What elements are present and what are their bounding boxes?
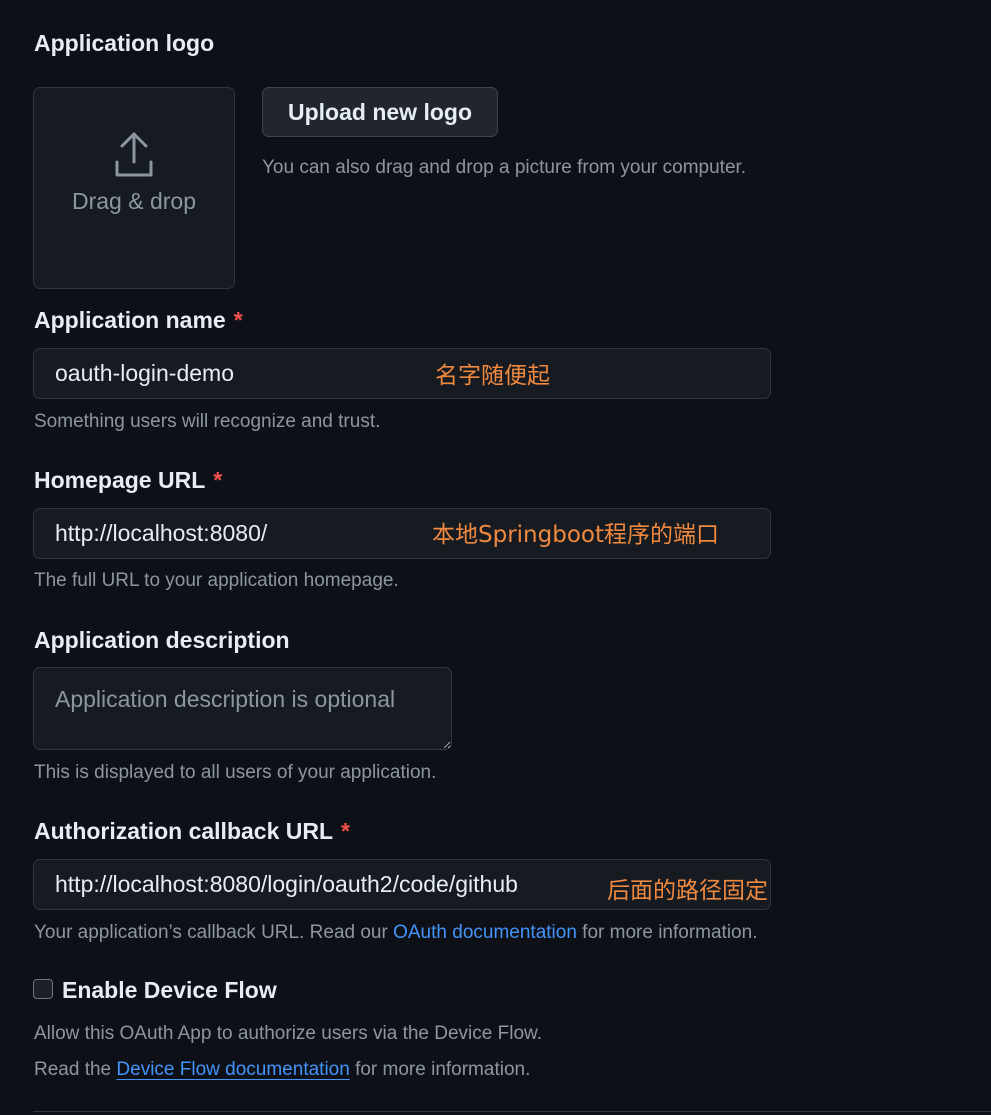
homepage-label-text: Homepage URL [34, 467, 206, 493]
device-flow-read-suffix: for more information. [349, 1059, 531, 1080]
app-name-label-text: Application name [34, 307, 226, 333]
device-flow-read-prefix: Read the [34, 1059, 117, 1080]
device-flow-hint: Allow this OAuth App to authorize users … [34, 1023, 542, 1044]
logo-section-title: Application logo [34, 30, 215, 56]
homepage-hint: The full URL to your application homepag… [34, 570, 399, 591]
device-flow-read-hint: Read the Device Flow documentation for m… [34, 1059, 530, 1081]
callback-hint-suffix: for more information. [576, 922, 758, 943]
homepage-label: Homepage URL * [34, 467, 222, 494]
callback-label-text: Authorization callback URL [34, 818, 334, 844]
description-textarea[interactable] [33, 667, 452, 750]
app-name-input[interactable] [33, 348, 771, 399]
description-hint: This is displayed to all users of your a… [34, 762, 437, 783]
upload-logo-button[interactable]: Upload new logo [262, 87, 498, 137]
oauth-app-form: Application logo Drag & drop Upload new … [0, 0, 991, 1115]
description-label: Application description [34, 627, 290, 653]
upload-icon [115, 132, 153, 177]
drag-drop-label: Drag & drop [71, 188, 196, 214]
required-marker: * [233, 307, 243, 333]
required-marker: * [213, 467, 223, 493]
callback-label: Authorization callback URL * [34, 818, 350, 845]
oauth-docs-link[interactable]: OAuth documentation [393, 922, 577, 943]
app-name-label: Application name * [34, 307, 243, 334]
logo-hint: You can also drag and drop a picture fro… [262, 157, 747, 178]
device-flow-label[interactable]: Enable Device Flow [62, 977, 277, 1004]
required-marker: * [341, 818, 350, 844]
app-name-annotation: 名字随便起 [435, 363, 550, 389]
callback-annotation: 后面的路径固定 [607, 878, 768, 904]
callback-hint-prefix: Your application’s callback URL. Read ou… [34, 922, 394, 943]
device-flow-docs-link[interactable]: Device Flow documentation [116, 1059, 349, 1080]
callback-hint: Your application’s callback URL. Read ou… [34, 922, 757, 944]
device-flow-checkbox[interactable] [33, 979, 53, 999]
section-divider [33, 1111, 991, 1112]
app-name-hint: Something users will recognize and trust… [34, 411, 381, 432]
logo-drop-zone[interactable]: Drag & drop [33, 87, 235, 289]
homepage-annotation: 本地Springboot程序的端口 [432, 522, 719, 548]
